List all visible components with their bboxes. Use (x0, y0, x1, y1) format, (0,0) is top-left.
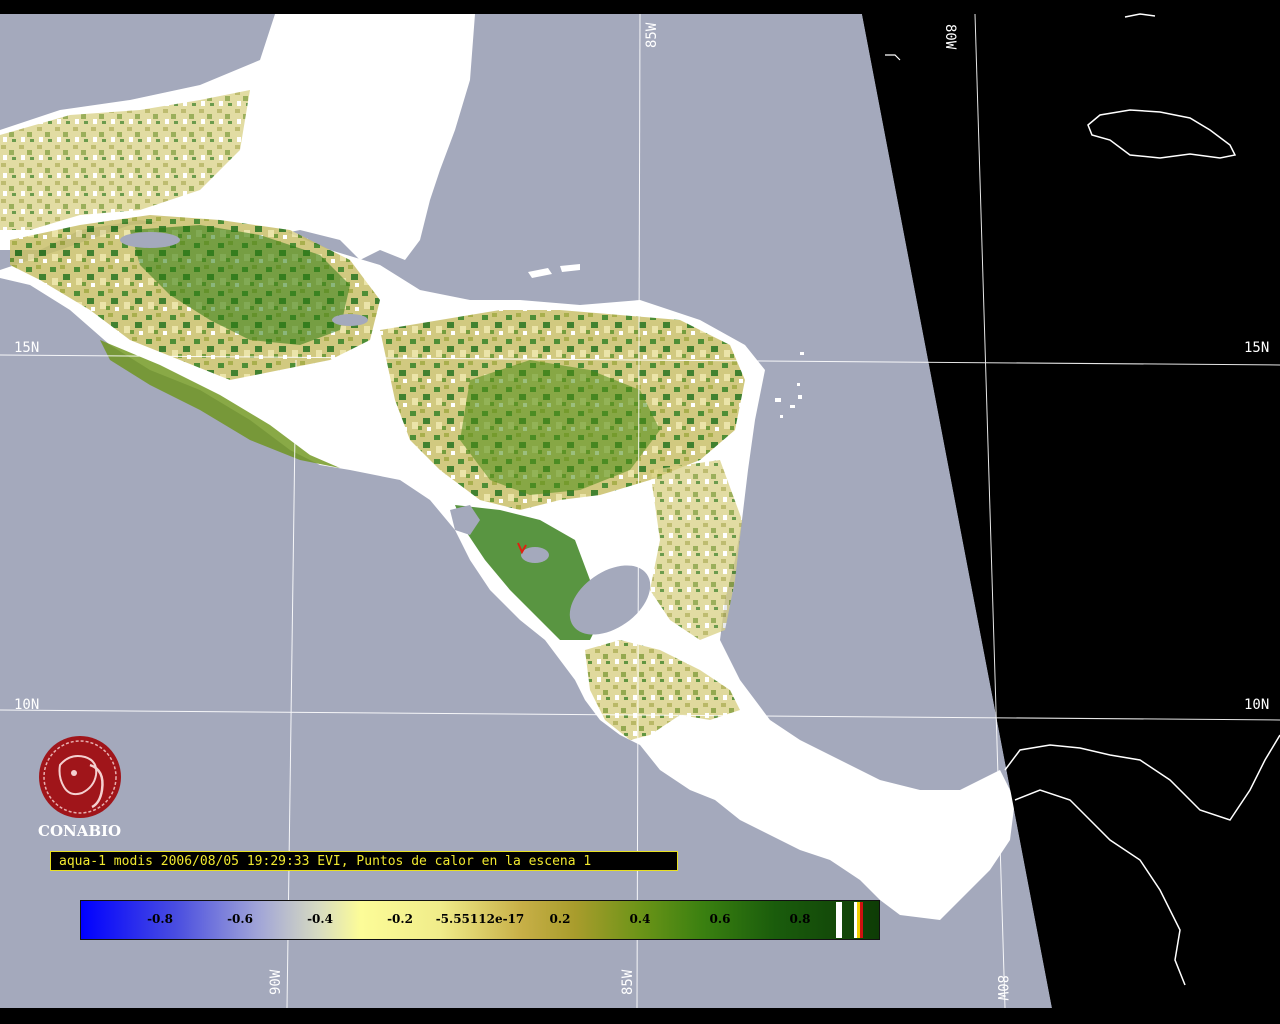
colorbar-red-stripe (860, 902, 863, 938)
lon-label-90w-bottom: 90W (268, 969, 284, 995)
colorbar-tick-label: 0.6 (709, 912, 731, 926)
lon-label-85w-top: 85W (644, 22, 660, 48)
conabio-logo-text: CONABIO (38, 822, 122, 840)
lat-label-15n-right: 15N (1244, 340, 1270, 356)
lon-label-85w-bottom: 85W (620, 969, 636, 995)
colorbar-tick-label: 0.2 (549, 912, 571, 926)
colorbar-tick-label: -0.2 (387, 912, 413, 926)
colorbar-cloud-stripe (836, 902, 842, 938)
image-caption: aqua-1 modis 2006/08/05 19:29:33 EVI, Pu… (50, 851, 678, 871)
colorbar-tick-label: -5.55112e-17 (435, 912, 525, 926)
colorbar-tick-label: 0.4 (629, 912, 651, 926)
lake-izabal (332, 314, 368, 326)
lake-managua (521, 547, 549, 563)
lat-label-15n-left: 15N (14, 340, 40, 356)
colorbar-tick-label: -0.6 (227, 912, 253, 926)
lon-label-80w-bottom: 80W (994, 975, 1010, 1001)
lat-label-10n-left: 10N (14, 697, 40, 713)
lon-label-80w-top: 80W (942, 24, 958, 50)
lake-peten (120, 232, 180, 248)
colorbar-tick-label: -0.4 (307, 912, 333, 926)
colorbar-tick-label: 0.8 (789, 912, 811, 926)
lat-label-10n-right: 10N (1244, 697, 1270, 713)
colorbar-tick-label: -0.8 (147, 912, 173, 926)
